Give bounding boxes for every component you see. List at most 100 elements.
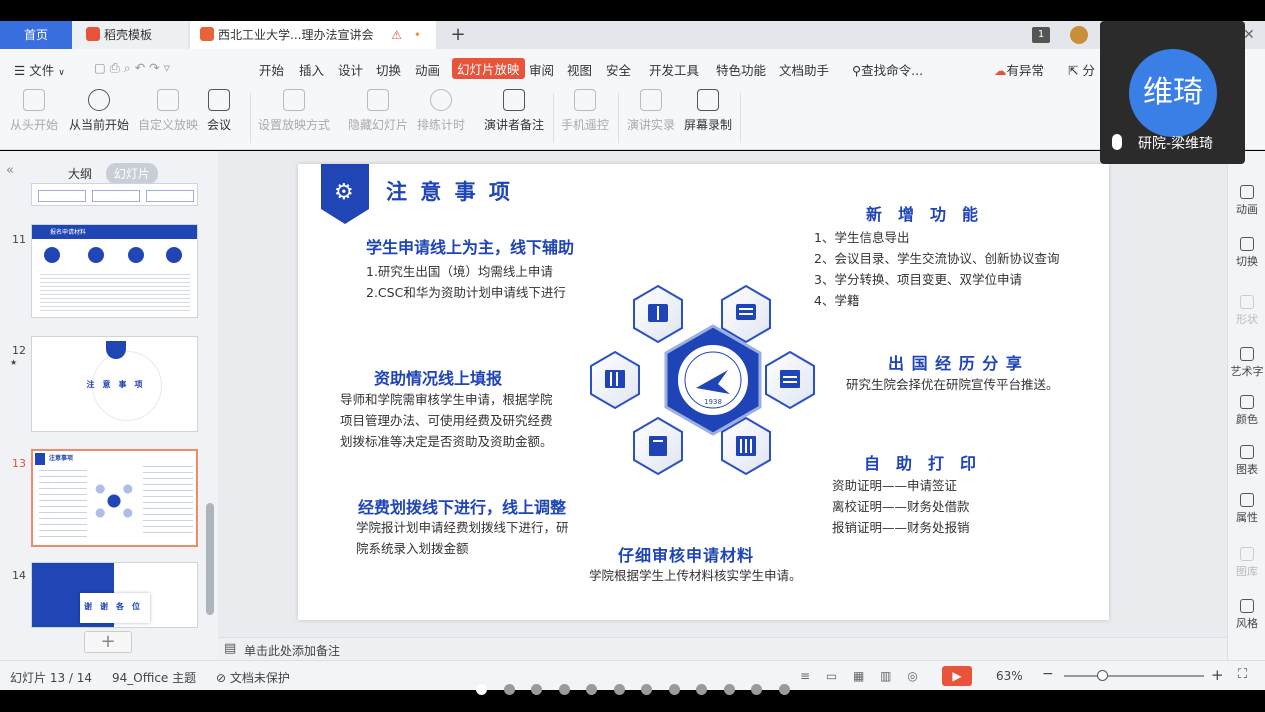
zoom-in-button[interactable]: + bbox=[1211, 666, 1224, 684]
ribbon-button-label: 自定义放映 bbox=[138, 118, 199, 132]
tab-template[interactable]: 稻壳模板 bbox=[72, 21, 188, 49]
right-3-heading: 自 助 打 印 bbox=[864, 454, 977, 473]
new-tab-button[interactable]: + bbox=[446, 21, 470, 49]
slide-thumbnail-10[interactable] bbox=[31, 183, 198, 206]
task-pane-icon bbox=[1240, 185, 1254, 199]
menu-1[interactable]: 开始 bbox=[259, 60, 284, 79]
user-avatar-icon[interactable] bbox=[1070, 26, 1088, 44]
page-dot[interactable] bbox=[558, 684, 570, 695]
task-pane-button-8[interactable]: 图库 bbox=[1228, 547, 1265, 579]
fit-window-icon[interactable]: ⛶ bbox=[1238, 667, 1247, 682]
view-mode-buttons[interactable]: ≡ ▭ ▦ ▥ ◎ bbox=[800, 669, 924, 683]
task-pane-button-7[interactable]: 属性 bbox=[1228, 493, 1265, 525]
thumb-title: 报名申请材料 bbox=[50, 229, 87, 236]
menu-10[interactable]: 开发工具 bbox=[649, 60, 699, 79]
thumb-circle bbox=[128, 247, 144, 263]
ribbon-button-9[interactable]: 手机遥控 bbox=[561, 89, 609, 133]
page-dot[interactable] bbox=[778, 684, 790, 695]
task-pane-button-5[interactable]: 颜色 bbox=[1228, 395, 1265, 427]
layers-icon bbox=[736, 304, 756, 320]
page-dot[interactable] bbox=[476, 684, 487, 695]
menu-11[interactable]: 特色功能 bbox=[716, 60, 766, 79]
menu-9[interactable]: 安全 bbox=[606, 60, 631, 79]
ribbon-button-icon bbox=[367, 89, 389, 111]
ribbon-button-11[interactable]: 屏幕录制 bbox=[684, 89, 732, 133]
tab-outline[interactable]: 大纲 bbox=[60, 163, 100, 184]
page-dot[interactable] bbox=[668, 684, 680, 695]
section-2-line-2: 项目管理办法、可使用经费及研究经费 bbox=[340, 413, 553, 428]
right-2-line-1: 研究生院会择优在研院宣传平台推送。 bbox=[846, 377, 1059, 392]
page-dot[interactable] bbox=[613, 684, 625, 695]
window-count-badge[interactable]: 1 bbox=[1032, 27, 1050, 43]
status-indicator[interactable]: ☁有异常 bbox=[994, 60, 1044, 79]
ribbon-button-6[interactable]: 隐藏幻灯片 bbox=[348, 89, 408, 133]
tab-slides[interactable]: 幻灯片 bbox=[105, 163, 158, 184]
tab-document[interactable]: 西北工业大学...理办法宣讲会 ⚠ • bbox=[190, 21, 436, 49]
search-command[interactable]: ⚲查找命令... bbox=[852, 60, 923, 79]
ribbon-button-8[interactable]: 演讲者备注 bbox=[484, 89, 544, 133]
ribbon-button-10[interactable]: 演讲实录 bbox=[627, 89, 675, 133]
zoom-slider-thumb[interactable] bbox=[1097, 670, 1108, 681]
zoom-slider-track[interactable] bbox=[1064, 675, 1204, 677]
menu-5[interactable]: 动画 bbox=[415, 60, 440, 79]
menu-8[interactable]: 视图 bbox=[567, 60, 592, 79]
ribbon-button-7[interactable]: 排练计时 bbox=[417, 89, 465, 133]
ribbon-button-icon bbox=[503, 89, 525, 111]
ribbon-button-3[interactable]: 自定义放映 bbox=[138, 89, 198, 133]
ribbon-button-4[interactable]: 会议 bbox=[207, 89, 231, 133]
task-pane-button-6[interactable]: 图表 bbox=[1228, 445, 1265, 477]
search-command-label: 查找命令... bbox=[861, 63, 924, 78]
share-button[interactable]: ⇱ 分 bbox=[1068, 60, 1095, 79]
page-dot[interactable] bbox=[531, 684, 542, 695]
slide-number: 14 bbox=[12, 569, 26, 582]
task-pane-button-2[interactable]: 切换 bbox=[1228, 237, 1265, 269]
page-dot[interactable] bbox=[696, 684, 707, 695]
slide-thumbnail-12[interactable]: 注 意 事 项 bbox=[31, 336, 198, 432]
add-slide-button[interactable]: + bbox=[84, 631, 132, 653]
slide-thumbnail-13[interactable]: 注意事项 bbox=[31, 449, 198, 547]
gear-icon: ⚙ bbox=[334, 180, 354, 205]
ribbon-divider bbox=[740, 93, 741, 143]
panel-scrollbar[interactable] bbox=[206, 503, 214, 615]
collapse-panel-icon[interactable]: « bbox=[6, 163, 14, 178]
menu-3[interactable]: 设计 bbox=[338, 60, 363, 79]
task-pane-button-4[interactable]: 艺术字 bbox=[1228, 347, 1265, 379]
theme-name[interactable]: 94_Office 主题 bbox=[112, 669, 196, 686]
right-3-line-1: 资助证明——申请签证 bbox=[832, 478, 958, 493]
ribbon-button-2[interactable]: 从当前开始 bbox=[69, 89, 129, 133]
right-1-line-2: 2、会议目录、学生交流协议、创新协议查询 bbox=[814, 251, 1060, 266]
page-dot[interactable] bbox=[503, 684, 515, 695]
page-dot[interactable] bbox=[586, 684, 597, 695]
slide-thumbnail-14[interactable]: 谢 谢 各 位 bbox=[31, 562, 198, 628]
right-2-heading: 出 国 经 历 分 享 bbox=[888, 354, 1023, 373]
ribbon-button-icon bbox=[157, 89, 179, 111]
play-slideshow-button[interactable]: ▶ bbox=[942, 666, 972, 686]
quick-access-icons[interactable]: ▢ ⎙ ⌕ ↶ ↷ ▿ bbox=[94, 60, 170, 76]
zoom-level[interactable]: 63% bbox=[996, 669, 1023, 683]
ribbon-button-1[interactable]: 从头开始 bbox=[10, 89, 58, 133]
task-pane-label: 图库 bbox=[1236, 565, 1258, 578]
page-dot[interactable] bbox=[723, 684, 735, 695]
notes-pane[interactable]: ▤ 单击此处添加备注 bbox=[218, 637, 1227, 660]
task-pane-button-3[interactable]: 形状 bbox=[1228, 295, 1265, 327]
page-dot[interactable] bbox=[751, 684, 762, 695]
slide-counter: 幻灯片 13 / 14 bbox=[10, 671, 93, 685]
menu-6[interactable]: 幻灯片放映 bbox=[452, 58, 525, 79]
ribbon-button-5[interactable]: 设置放映方式 bbox=[258, 89, 330, 133]
menu-12[interactable]: 文档助手 bbox=[779, 60, 829, 79]
file-menu[interactable]: ☰ 文件 ∨ bbox=[14, 60, 65, 79]
notes-icon: ▤ bbox=[224, 641, 237, 656]
slide-thumbnail-11[interactable]: 报名申请材料 bbox=[31, 224, 198, 318]
protect-status[interactable]: ⊘ 文档未保护 bbox=[216, 669, 290, 686]
ribbon-button-icon bbox=[23, 89, 45, 111]
menu-4[interactable]: 切换 bbox=[376, 60, 401, 79]
task-pane-button-9[interactable]: 风格 bbox=[1228, 599, 1265, 631]
tab-home[interactable]: 首页 bbox=[0, 21, 72, 49]
menu-7[interactable]: 审阅 bbox=[529, 60, 554, 79]
task-pane-button-1[interactable]: 动画 bbox=[1228, 185, 1265, 217]
thumb-title: 注意事项 bbox=[49, 455, 74, 462]
slide-13[interactable]: ⚙ 注 意 事 项 学生申请线上为主，线下辅助 1.研究生出国（境）均需线上申请… bbox=[298, 164, 1109, 620]
zoom-out-button[interactable]: − bbox=[1042, 666, 1054, 682]
page-dot[interactable] bbox=[641, 684, 652, 695]
menu-2[interactable]: 插入 bbox=[299, 60, 324, 79]
